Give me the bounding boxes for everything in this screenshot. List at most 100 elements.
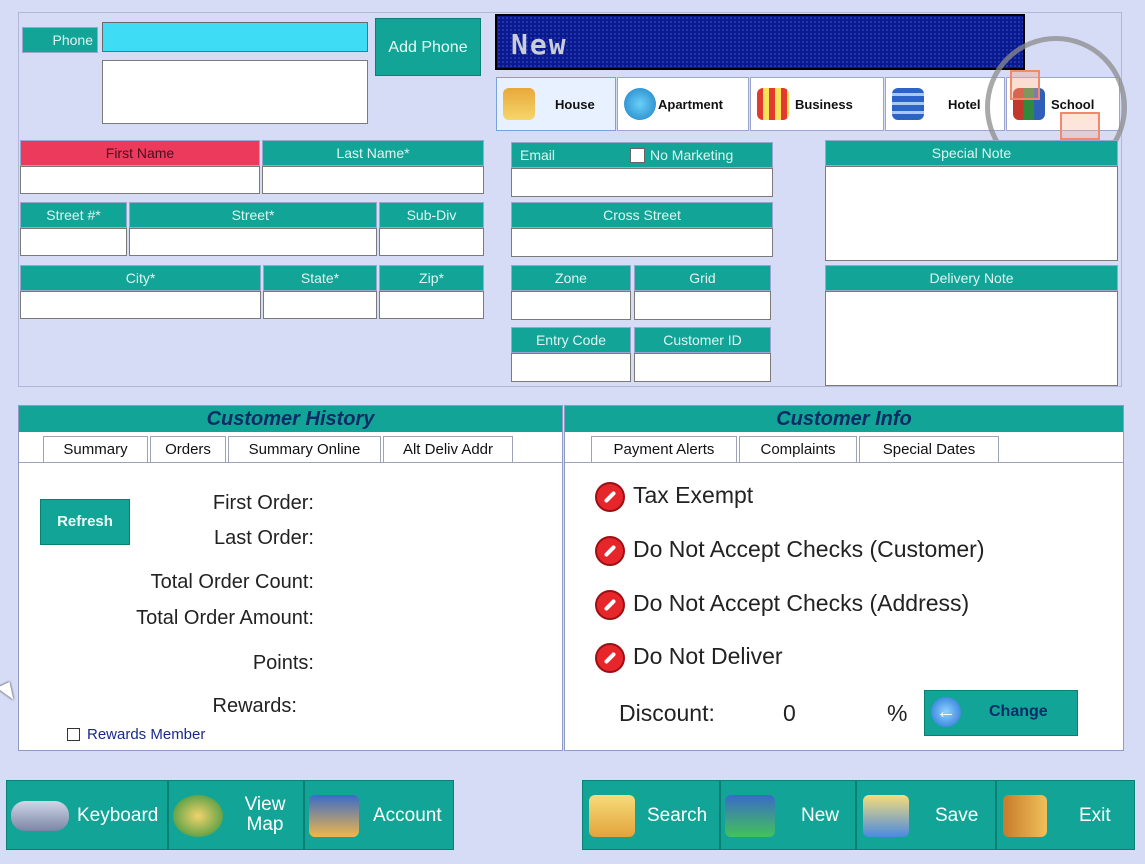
tab-payment-alerts[interactable]: Payment Alerts [591, 436, 737, 462]
grid-input[interactable] [634, 291, 771, 320]
last-name-input[interactable] [262, 166, 484, 194]
status-banner-text: New [511, 28, 568, 61]
view-map-label: View Map [244, 794, 286, 835]
business-icon [757, 88, 789, 120]
hotel-icon [892, 88, 924, 120]
customer-id-label: Customer ID [634, 327, 771, 353]
no-marketing-checkbox[interactable] [630, 148, 645, 163]
account-money-icon [309, 795, 359, 837]
last-order-label: Last Order: [213, 527, 314, 549]
status-banner: New [495, 14, 1025, 70]
alert-no-checks-address: Do Not Accept Checks (Address) [595, 590, 969, 620]
state-label: State* [263, 265, 377, 291]
property-type-house[interactable]: House [496, 77, 616, 131]
street-number-label: Street #* [20, 202, 127, 228]
rewards-label: Rewards: [212, 695, 297, 717]
alert-do-not-deliver: Do Not Deliver [595, 643, 783, 673]
entry-code-input[interactable] [511, 353, 631, 382]
delivery-note-textarea[interactable] [825, 291, 1118, 386]
save-document-icon [863, 795, 909, 837]
keyboard-label: Keyboard [77, 805, 159, 826]
property-type-label: Business [795, 97, 853, 112]
mouse-cursor-icon [0, 681, 18, 705]
zone-label: Zone [511, 265, 631, 291]
customer-info-panel: Customer Info Payment Alerts Complaints … [564, 405, 1124, 751]
search-label: Search [647, 805, 708, 826]
special-note-textarea[interactable] [825, 166, 1118, 261]
keyboard-button[interactable]: Keyboard [6, 780, 168, 850]
rewards-member-checkbox[interactable] [67, 728, 80, 741]
house-icon [503, 88, 535, 120]
customer-info-title: Customer Info [565, 406, 1123, 432]
property-type-label: Hotel [948, 97, 981, 112]
account-button[interactable]: Account [304, 780, 454, 850]
points-label: Points: [252, 652, 314, 674]
window-snap-icon [1010, 70, 1040, 100]
delivery-note-label: Delivery Note [825, 265, 1118, 291]
total-order-amount-label: Total Order Amount: [136, 607, 314, 629]
property-type-label: Apartment [658, 97, 724, 112]
property-type-apartment[interactable]: Apartment [617, 77, 749, 131]
tab-orders[interactable]: Orders [150, 436, 226, 462]
tab-alt-deliv-addr[interactable]: Alt Deliv Addr [383, 436, 513, 462]
back-arrow-icon: ← [931, 697, 961, 727]
customer-history-panel: Customer History Summary Orders Summary … [18, 405, 563, 751]
zone-input[interactable] [511, 291, 631, 320]
cross-street-input[interactable] [511, 228, 773, 257]
rewards-member-label: Rewards Member [87, 726, 206, 743]
first-name-input[interactable] [20, 166, 260, 194]
subdiv-input[interactable] [379, 228, 484, 256]
email-input[interactable] [511, 168, 773, 197]
grid-label: Grid [634, 265, 771, 291]
add-person-icon [725, 795, 775, 837]
view-map-button[interactable]: View Map [168, 780, 304, 850]
customer-id-input[interactable] [634, 353, 771, 382]
apartment-icon [624, 88, 656, 120]
discount-label: Discount: [619, 700, 715, 726]
discount-percent: % [887, 700, 908, 726]
tab-complaints[interactable]: Complaints [739, 436, 857, 462]
exit-button[interactable]: Exit [996, 780, 1135, 850]
phone-input[interactable] [102, 22, 368, 52]
email-label: Email [520, 147, 556, 163]
first-order-label: First Order: [212, 492, 314, 514]
prohibited-icon [595, 536, 625, 566]
alert-no-checks-customer: Do Not Accept Checks (Customer) [595, 536, 985, 566]
tab-summary-online[interactable]: Summary Online [228, 436, 381, 462]
no-marketing-label: No Marketing [650, 147, 734, 163]
change-discount-button[interactable]: ← Change [924, 690, 1078, 736]
prohibited-icon [595, 643, 625, 673]
exit-label: Exit [1079, 805, 1111, 826]
account-label: Account [373, 805, 442, 826]
subdiv-label: Sub-Div [379, 202, 484, 228]
cross-street-label: Cross Street [511, 202, 773, 228]
customer-history-title: Customer History [19, 406, 562, 432]
email-label-bar: Email No Marketing [511, 142, 773, 168]
save-label: Save [935, 805, 979, 826]
street-input[interactable] [129, 228, 377, 256]
refresh-button[interactable]: Refresh [40, 499, 130, 545]
discount-value: 0 [783, 700, 796, 726]
globe-person-icon [173, 795, 223, 837]
tab-special-dates[interactable]: Special Dates [859, 436, 999, 462]
total-order-count-label: Total Order Count: [150, 571, 314, 593]
new-label: New [801, 805, 840, 826]
prohibited-icon [595, 590, 625, 620]
save-button[interactable]: Save [856, 780, 996, 850]
street-number-input[interactable] [20, 228, 127, 256]
property-type-business[interactable]: Business [750, 77, 884, 131]
state-input[interactable] [263, 291, 377, 319]
property-type-label: House [555, 97, 595, 112]
search-button[interactable]: Search [582, 780, 720, 850]
city-input[interactable] [20, 291, 261, 319]
zip-input[interactable] [379, 291, 484, 319]
phone-label: Phone [22, 27, 98, 53]
city-label: City* [20, 265, 261, 291]
phone-list[interactable] [102, 60, 368, 124]
tab-summary[interactable]: Summary [43, 436, 148, 462]
new-customer-button[interactable]: New [720, 780, 856, 850]
info-tab-strip: Payment Alerts Complaints Special Dates [565, 436, 1123, 463]
change-label: Change [989, 703, 1048, 720]
keyboard-icon [11, 801, 69, 831]
add-phone-button[interactable]: Add Phone [375, 18, 481, 76]
